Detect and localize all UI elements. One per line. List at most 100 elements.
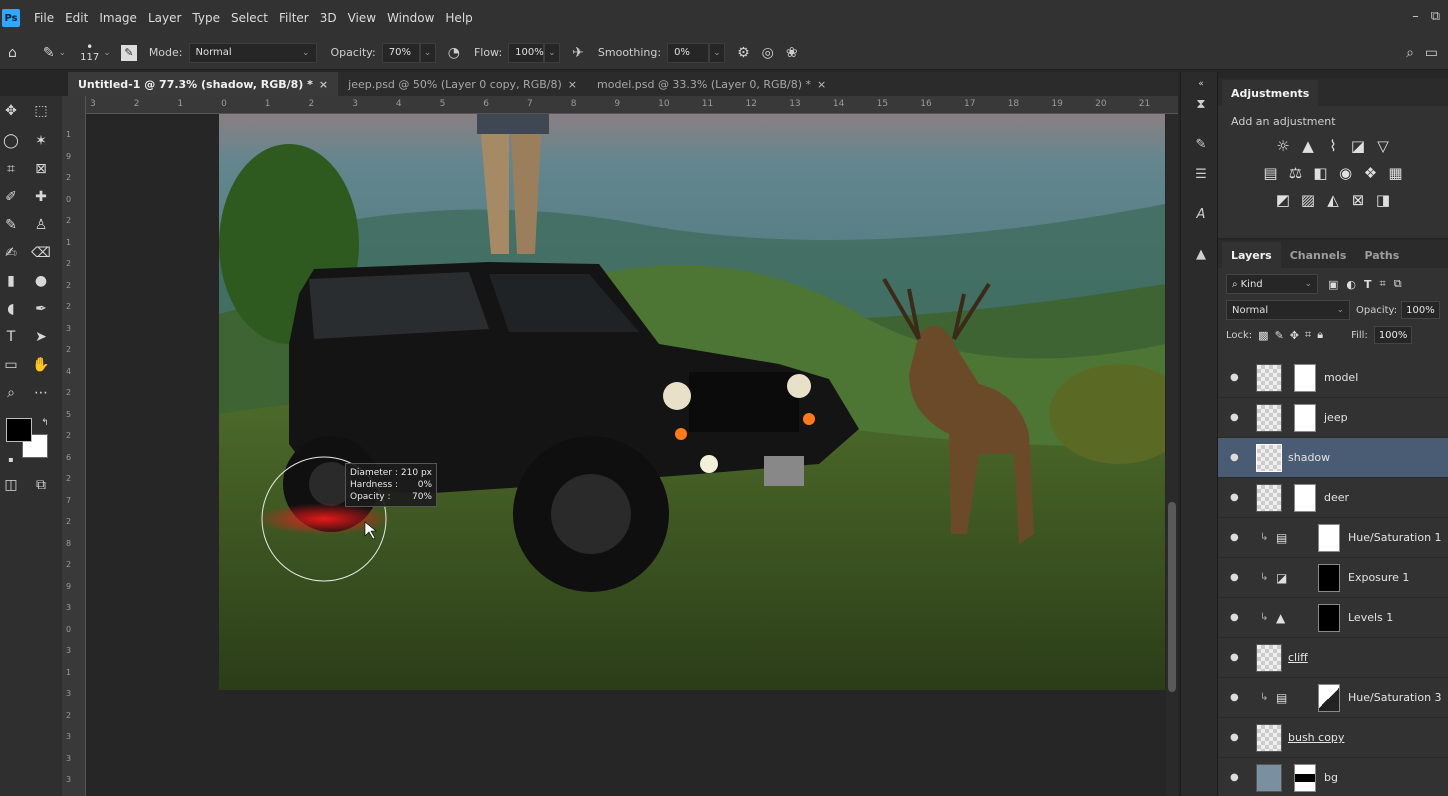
fill-input[interactable]: 100% <box>1373 326 1413 344</box>
selective-color-icon[interactable]: ⊠ <box>1348 191 1368 209</box>
eraser-icon[interactable]: ⌫ <box>30 242 52 264</box>
histogram-panel-icon[interactable]: ▲ <box>1191 244 1211 264</box>
tab-layers[interactable]: Layers <box>1222 242 1281 268</box>
lock-position-icon[interactable]: ✥ <box>1290 329 1299 342</box>
menu-help[interactable]: Help <box>445 11 472 25</box>
layer-mask-thumbnail[interactable] <box>1318 564 1340 592</box>
magic-wand-icon[interactable]: ✶ <box>30 130 52 152</box>
document-canvas[interactable] <box>219 114 1165 690</box>
opacity-input[interactable]: 70% <box>381 42 420 63</box>
lock-transparency-icon[interactable]: ▩ <box>1258 329 1268 342</box>
move-tool-icon[interactable]: ✥ <box>0 100 22 122</box>
close-icon[interactable]: × <box>319 78 328 91</box>
layer-levels-1[interactable]: ● ↳ ▲ Levels 1 <box>1218 598 1448 638</box>
chevron-down-icon[interactable]: ⌄ <box>103 48 111 58</box>
layer-hue-saturation-3[interactable]: ● ↳ ▤ Hue/Saturation 3 <box>1218 678 1448 718</box>
filter-shape-icon[interactable]: ⌗ <box>1380 277 1386 291</box>
layer-shadow[interactable]: ● shadow <box>1218 438 1448 478</box>
menu-type[interactable]: Type <box>192 11 220 25</box>
airbrush-icon[interactable]: ✈ <box>572 45 584 61</box>
filter-type-icon[interactable]: T <box>1364 278 1372 291</box>
menu-3d[interactable]: 3D <box>320 11 337 25</box>
channel-mixer-icon[interactable]: ❖ <box>1361 164 1381 182</box>
layer-mask-thumbnail[interactable] <box>1294 764 1316 792</box>
minimize-icon[interactable]: – <box>1412 9 1419 24</box>
visibility-eye-icon[interactable]: ● <box>1230 652 1239 663</box>
blur-tool-icon[interactable]: ● <box>30 270 52 292</box>
menu-layer[interactable]: Layer <box>148 11 181 25</box>
healing-brush-icon[interactable]: ✚ <box>30 186 52 208</box>
mode-select[interactable]: Normal ⌄ <box>188 42 317 63</box>
layer-model[interactable]: ● ∞ model <box>1218 358 1448 398</box>
black-white-icon[interactable]: ◧ <box>1311 164 1331 182</box>
visibility-eye-icon[interactable]: ● <box>1230 612 1239 623</box>
visibility-eye-icon[interactable]: ● <box>1230 452 1239 463</box>
tab-untitled-1[interactable]: Untitled-1 @ 77.3% (shadow, RGB/8) * × <box>68 72 339 96</box>
visibility-eye-icon[interactable]: ● <box>1230 772 1239 783</box>
tab-paths[interactable]: Paths <box>1355 242 1408 268</box>
flow-dropdown[interactable]: ⌄ <box>544 42 561 63</box>
default-colors-icon[interactable]: ▪ <box>0 448 22 470</box>
smoothing-dropdown[interactable]: ⌄ <box>709 42 726 63</box>
scrollbar-thumb[interactable] <box>1168 502 1176 692</box>
menu-file[interactable]: File <box>34 11 54 25</box>
filter-adjustment-icon[interactable]: ◐ <box>1346 278 1356 291</box>
eyedropper-icon[interactable]: ✐ <box>0 186 22 208</box>
levels-icon[interactable]: ▲ <box>1298 137 1318 155</box>
layer-mask-thumbnail[interactable] <box>1294 484 1316 512</box>
brush-settings-panel-icon[interactable]: ✎ <box>1191 134 1211 154</box>
flow-input[interactable]: 100% <box>508 42 545 63</box>
lock-all-icon[interactable]: 🔒︎ <box>1317 328 1323 342</box>
vibrance-icon[interactable]: ▽ <box>1373 137 1393 155</box>
home-icon[interactable]: ⌂ <box>8 45 17 61</box>
brush-tool-icon[interactable]: ✎ <box>43 45 55 61</box>
workspace-icon[interactable]: ▭ <box>1425 45 1438 61</box>
layer-mask-thumbnail[interactable] <box>1294 364 1316 392</box>
layer-filter-kind[interactable]: ⌕ Kind ⌄ <box>1226 274 1318 294</box>
visibility-eye-icon[interactable]: ● <box>1230 492 1239 503</box>
history-panel-icon[interactable]: ⧗ <box>1191 94 1211 114</box>
frame-tool-icon[interactable]: ⊠ <box>30 158 52 180</box>
close-icon[interactable]: × <box>817 78 826 91</box>
swap-colors-icon[interactable]: ↰ <box>34 412 56 434</box>
filter-smart-object-icon[interactable]: ⧉ <box>1394 277 1402 291</box>
tab-channels[interactable]: Channels <box>1281 242 1356 268</box>
layer-mask-thumbnail[interactable] <box>1318 604 1340 632</box>
layer-deer[interactable]: ● deer <box>1218 478 1448 518</box>
marquee-tool-icon[interactable]: ⬚ <box>30 100 52 122</box>
visibility-eye-icon[interactable]: ● <box>1230 372 1239 383</box>
visibility-eye-icon[interactable]: ● <box>1230 692 1239 703</box>
brush-settings-icon[interactable]: ✎ <box>120 44 137 61</box>
hue-saturation-icon[interactable]: ▤ <box>1261 164 1281 182</box>
visibility-eye-icon[interactable]: ● <box>1230 572 1239 583</box>
lasso-tool-icon[interactable]: ◯ <box>0 130 22 152</box>
tab-model[interactable]: model.psd @ 33.3% (Layer 0, RGB/8) * × <box>587 72 836 96</box>
chevron-down-icon[interactable]: ⌄ <box>59 48 67 58</box>
menu-edit[interactable]: Edit <box>65 11 88 25</box>
pressure-opacity-icon[interactable]: ◔ <box>448 45 460 61</box>
hand-tool-icon[interactable]: ✋ <box>30 354 52 376</box>
dodge-tool-icon[interactable]: ◖ <box>0 298 22 320</box>
tab-adjustments[interactable]: Adjustments <box>1222 80 1319 106</box>
blend-mode-select[interactable]: Normal ⌄ <box>1226 300 1350 320</box>
menu-filter[interactable]: Filter <box>279 11 309 25</box>
layer-exposure-1[interactable]: ● ↳ ◪ Exposure 1 <box>1218 558 1448 598</box>
crop-tool-icon[interactable]: ⌗ <box>0 158 22 180</box>
menu-image[interactable]: Image <box>99 11 137 25</box>
layer-bush-copy[interactable]: ● bush copy <box>1218 718 1448 758</box>
visibility-eye-icon[interactable]: ● <box>1230 532 1239 543</box>
more-tools-icon[interactable]: ⋯ <box>30 382 52 404</box>
close-icon[interactable]: × <box>568 78 577 91</box>
screen-mode-icon[interactable]: ⧉ <box>30 474 52 496</box>
restore-icon[interactable]: ⧉ <box>1431 9 1440 24</box>
vertical-scrollbar[interactable] <box>1166 114 1178 796</box>
photo-filter-icon[interactable]: ◉ <box>1336 164 1356 182</box>
foreground-color-swatch[interactable] <box>6 418 32 442</box>
visibility-eye-icon[interactable]: ● <box>1230 732 1239 743</box>
symmetry-icon[interactable]: ❀ <box>786 45 798 61</box>
gear-icon[interactable]: ⚙ <box>737 45 750 61</box>
color-lookup-icon[interactable]: ▦ <box>1386 164 1406 182</box>
search-icon[interactable]: ⌕ <box>1406 45 1414 61</box>
opacity-dropdown[interactable]: ⌄ <box>419 42 436 63</box>
gradient-map-icon[interactable]: ◨ <box>1373 191 1393 209</box>
